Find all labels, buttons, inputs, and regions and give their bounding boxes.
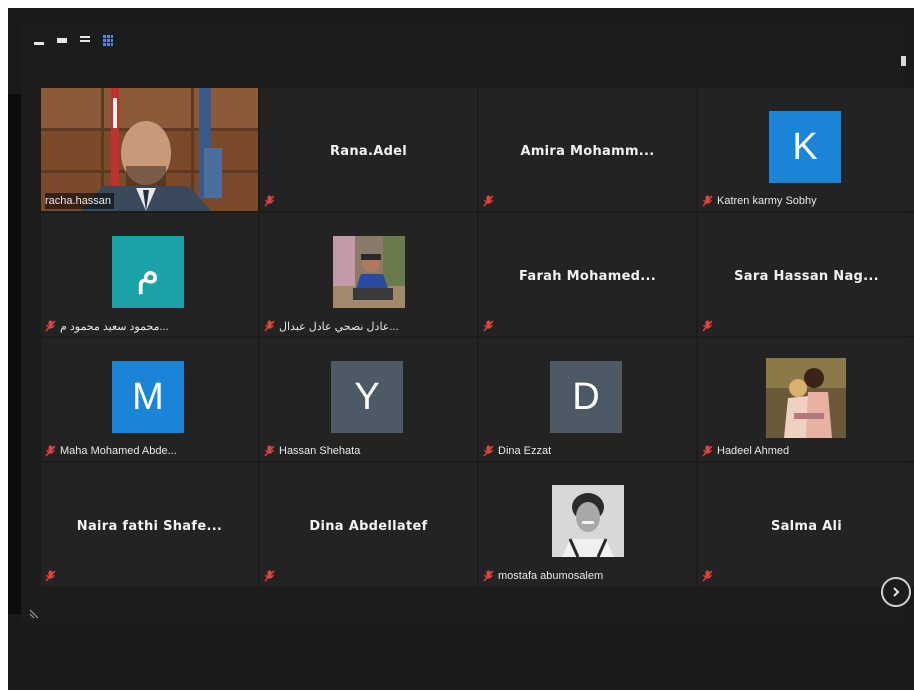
participant-tile[interactable]: Sara Hassan Nag... bbox=[698, 213, 914, 336]
muted-mic-icon bbox=[45, 570, 56, 582]
participant-tile[interactable]: Salma Ali bbox=[698, 463, 914, 586]
participant-tile[interactable]: D Dina Ezzat bbox=[479, 338, 696, 461]
muted-mic-icon bbox=[483, 445, 494, 457]
participant-tile[interactable]: Y Hassan Shehata bbox=[260, 338, 477, 461]
participant-name: mostafa abumosalem bbox=[498, 570, 604, 582]
window-icon[interactable] bbox=[57, 35, 67, 45]
participant-name: Hassan Shehata bbox=[279, 445, 361, 457]
participant-name-label: عادل نصحي عادل عبدال... bbox=[264, 318, 402, 334]
muted-mic-icon bbox=[264, 320, 275, 332]
bottom-area bbox=[16, 633, 914, 690]
participant-name: Hadeel Ahmed bbox=[717, 445, 790, 457]
participant-name-label: Hassan Shehata bbox=[264, 443, 363, 459]
muted-mic-icon bbox=[483, 195, 494, 207]
participant-name-label: Maha Mohamed Abde... bbox=[45, 443, 180, 459]
avatar: Y bbox=[331, 361, 403, 433]
participant-tile[interactable]: Hadeel Ahmed bbox=[698, 338, 914, 461]
muted-mic-icon bbox=[483, 320, 494, 332]
participant-display-name: Rana.Adel bbox=[329, 144, 408, 159]
participant-tile[interactable]: Rana.Adel bbox=[260, 88, 477, 211]
participant-display-name: Dina Abdellatef bbox=[309, 519, 428, 534]
participant-tile[interactable]: M Maha Mohamed Abde... bbox=[41, 338, 258, 461]
participant-name-label bbox=[264, 193, 282, 209]
participant-name-label: محمود سعيد محمود م... bbox=[45, 318, 172, 334]
muted-mic-icon bbox=[45, 445, 56, 457]
participant-name: racha.hassan bbox=[45, 195, 112, 207]
participant-display-name: Naira fathi Shafe... bbox=[76, 519, 223, 534]
participant-tile[interactable]: Dina Abdellatef bbox=[260, 463, 477, 586]
muted-mic-icon bbox=[483, 570, 494, 582]
participant-tile[interactable]: م محمود سعيد محمود م... bbox=[41, 213, 258, 336]
participant-name-label bbox=[45, 568, 63, 584]
participant-tile[interactable]: mostafa abumosalem bbox=[479, 463, 696, 586]
participant-tile[interactable]: racha.hassan bbox=[41, 88, 258, 211]
avatar bbox=[333, 236, 405, 308]
participant-grid: racha.hassan Rana.Adel Amira Mohamm... K… bbox=[41, 88, 914, 586]
participant-tile[interactable]: Amira Mohamm... bbox=[479, 88, 696, 211]
muted-mic-icon bbox=[702, 445, 713, 457]
participant-tile[interactable]: K Katren karmy Sobhy bbox=[698, 88, 914, 211]
participant-tile[interactable]: Naira fathi Shafe... bbox=[41, 463, 258, 586]
participant-display-name: Sara Hassan Nag... bbox=[734, 269, 879, 284]
participant-display-name: Amira Mohamm... bbox=[520, 144, 655, 159]
chevron-right-icon bbox=[893, 587, 900, 597]
participant-name-label bbox=[483, 193, 501, 209]
muted-mic-icon bbox=[45, 320, 56, 332]
participant-display-name: Salma Ali bbox=[770, 519, 843, 534]
participant-name: محمود سعيد محمود م... bbox=[60, 320, 169, 333]
participant-name: Maha Mohamed Abde... bbox=[60, 445, 177, 457]
participant-name-label bbox=[702, 568, 720, 584]
participant-name-label: Katren karmy Sobhy bbox=[702, 193, 820, 209]
participant-display-name: Farah Mohamed... bbox=[518, 269, 657, 284]
minimize-icon[interactable] bbox=[34, 35, 44, 45]
next-page-button[interactable] bbox=[881, 577, 911, 607]
view-toolbar bbox=[34, 34, 113, 46]
participant-name-label bbox=[483, 318, 501, 334]
participant-name-label bbox=[264, 568, 282, 584]
muted-mic-icon bbox=[702, 195, 713, 207]
muted-mic-icon bbox=[264, 570, 275, 582]
list-view-icon[interactable] bbox=[80, 35, 90, 45]
muted-mic-icon bbox=[264, 195, 275, 207]
participant-name-label: mostafa abumosalem bbox=[483, 568, 606, 584]
participant-tile[interactable]: عادل نصحي عادل عبدال... bbox=[260, 213, 477, 336]
avatar: M bbox=[112, 361, 184, 433]
avatar: D bbox=[550, 361, 622, 433]
participant-tile[interactable]: Farah Mohamed... bbox=[479, 213, 696, 336]
participant-name-label: Dina Ezzat bbox=[483, 443, 554, 459]
gallery-view-icon[interactable] bbox=[103, 34, 113, 46]
scroll-indicator bbox=[901, 56, 906, 66]
participant-name-label: Hadeel Ahmed bbox=[702, 443, 792, 459]
participant-name: عادل نصحي عادل عبدال... bbox=[279, 320, 399, 333]
resize-handle-icon[interactable] bbox=[28, 608, 40, 620]
muted-mic-icon bbox=[264, 445, 275, 457]
muted-mic-icon bbox=[702, 570, 713, 582]
muted-mic-icon bbox=[702, 320, 713, 332]
avatar: K bbox=[769, 111, 841, 183]
avatar bbox=[552, 485, 624, 557]
avatar: م bbox=[112, 236, 184, 308]
participant-name: Dina Ezzat bbox=[498, 445, 552, 457]
avatar bbox=[766, 358, 846, 438]
participant-name-label bbox=[702, 318, 720, 334]
participant-name-label: racha.hassan bbox=[45, 193, 115, 209]
participant-name: Katren karmy Sobhy bbox=[717, 195, 817, 207]
